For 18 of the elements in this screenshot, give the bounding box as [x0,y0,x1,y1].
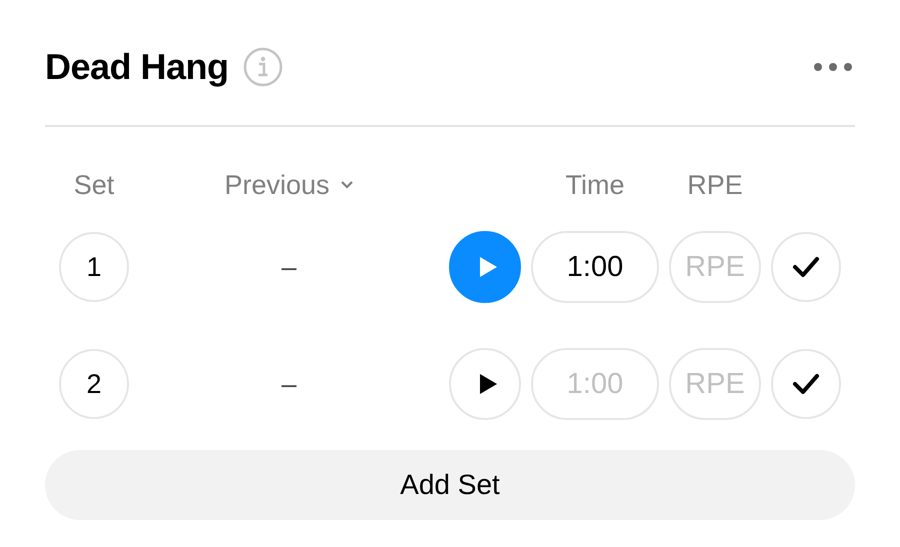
rpe-field[interactable]: RPE [669,231,761,303]
time-column-header: Time [564,170,626,200]
previous-column-header[interactable]: Previous [139,170,439,200]
set-number-button[interactable]: 2 [59,349,129,419]
set-number-button[interactable]: 1 [59,232,129,302]
previous-value: – [280,368,298,400]
checkmark-icon [791,372,821,396]
more-icon[interactable] [813,62,853,72]
rpe-field[interactable]: RPE [669,348,761,420]
add-set-button[interactable]: Add Set [45,450,855,520]
exercise-title: Dead Hang [45,46,229,88]
time-field[interactable]: 1:00 [531,348,659,420]
set-column-header: Set [72,170,116,200]
time-field[interactable]: 1:00 [531,231,659,303]
checkmark-icon [791,255,821,279]
previous-value: – [280,252,298,282]
chevron-down-icon [340,180,354,190]
rpe-column-header: RPE [686,170,744,200]
